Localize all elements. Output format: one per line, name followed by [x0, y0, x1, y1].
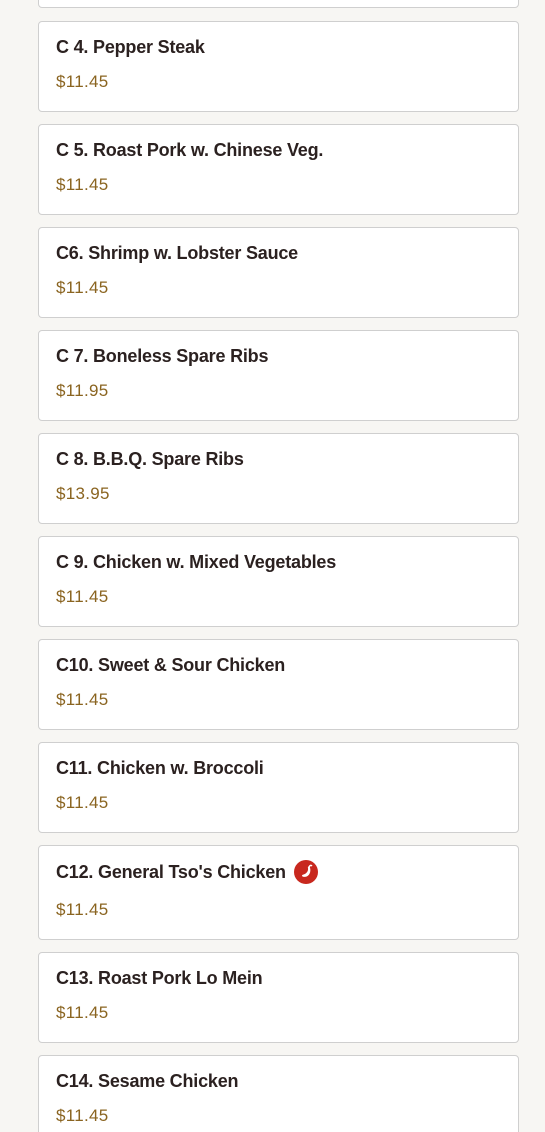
- menu-item-name: C11. Chicken w. Broccoli: [56, 758, 264, 778]
- menu-item-name: C13. Roast Pork Lo Mein: [56, 968, 263, 988]
- menu-item-price: $11.45: [56, 175, 109, 194]
- menu-item-card[interactable]: C14. Sesame Chicken $11.45: [38, 1055, 519, 1132]
- menu-item-name: C12. General Tso's Chicken: [56, 861, 286, 882]
- menu-item-price: $11.45: [56, 1003, 109, 1022]
- menu-item-price: $11.45: [56, 1106, 109, 1125]
- menu-item-card[interactable]: C12. General Tso's Chicken $11.45: [38, 845, 519, 940]
- menu-item-list: C 4. Pepper Steak $11.45 C 5. Roast Pork…: [0, 0, 545, 1132]
- menu-item-name: C6. Shrimp w. Lobster Sauce: [56, 243, 298, 263]
- menu-item-name: C 5. Roast Pork w. Chinese Veg.: [56, 140, 324, 160]
- menu-item-price: $13.95: [56, 484, 110, 503]
- menu-item-price: $11.45: [56, 690, 109, 709]
- menu-item-name: C 7. Boneless Spare Ribs: [56, 346, 269, 366]
- menu-item-price: $11.95: [56, 381, 109, 400]
- menu-item-price: $11.45: [56, 72, 109, 91]
- menu-item-card[interactable]: C 9. Chicken w. Mixed Vegetables $11.45: [38, 536, 519, 627]
- menu-item-name: C 4. Pepper Steak: [56, 37, 205, 57]
- menu-item-card[interactable]: C13. Roast Pork Lo Mein $11.45: [38, 952, 519, 1043]
- menu-item-name: C10. Sweet & Sour Chicken: [56, 655, 286, 675]
- menu-item-card[interactable]: C6. Shrimp w. Lobster Sauce $11.45: [38, 227, 519, 318]
- menu-item-price: $11.45: [56, 278, 109, 297]
- menu-item-card[interactable]: C 7. Boneless Spare Ribs $11.95: [38, 330, 519, 421]
- chili-pepper-icon: [293, 860, 318, 884]
- menu-item-name: C14. Sesame Chicken: [56, 1071, 239, 1091]
- menu-item-card[interactable]: C 8. B.B.Q. Spare Ribs $13.95: [38, 433, 519, 524]
- menu-item-name: C 8. B.B.Q. Spare Ribs: [56, 449, 244, 469]
- menu-item-card[interactable]: C11. Chicken w. Broccoli $11.45: [38, 742, 519, 833]
- menu-item-card[interactable]: C 5. Roast Pork w. Chinese Veg. $11.45: [38, 124, 519, 215]
- menu-item-card[interactable]: [38, 0, 519, 8]
- menu-item-card[interactable]: C10. Sweet & Sour Chicken $11.45: [38, 639, 519, 730]
- menu-item-price: $11.45: [56, 587, 109, 606]
- menu-item-price: $11.45: [56, 793, 109, 812]
- menu-item-card[interactable]: C 4. Pepper Steak $11.45: [38, 21, 519, 112]
- menu-item-name: C 9. Chicken w. Mixed Vegetables: [56, 552, 337, 572]
- menu-item-price: $11.45: [56, 900, 109, 919]
